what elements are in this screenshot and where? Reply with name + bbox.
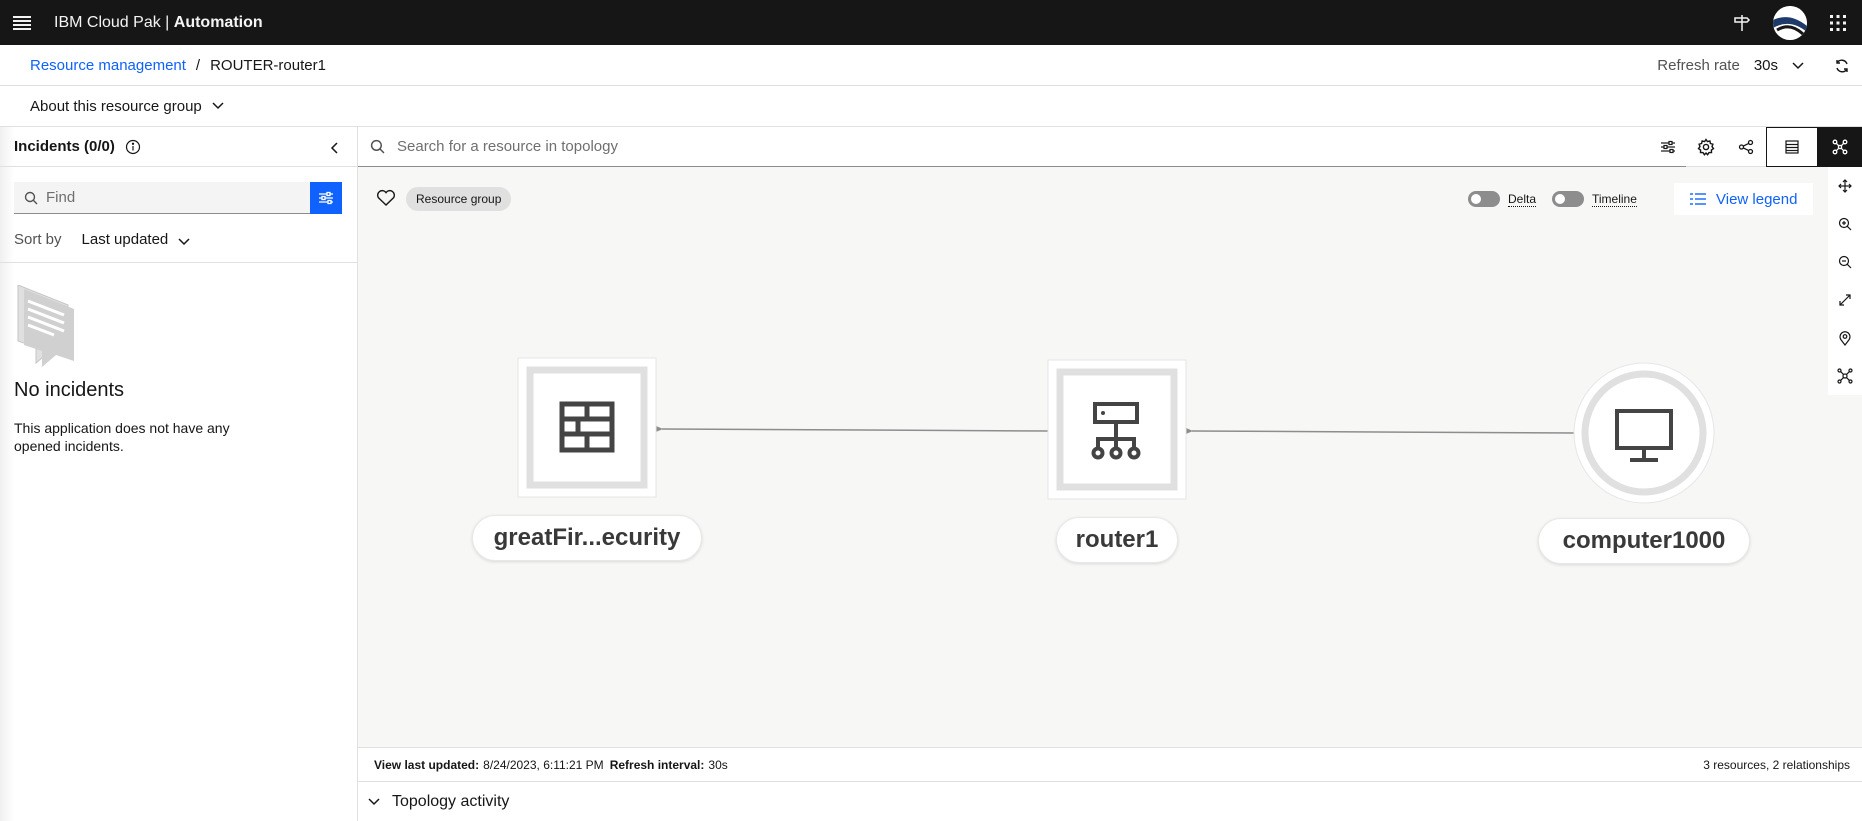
edge-router-to-firewall[interactable] xyxy=(648,422,1049,435)
search-icon xyxy=(24,191,38,204)
breadcrumb-resource-management[interactable]: Resource management xyxy=(30,57,186,74)
breadcrumb-current: ROUTER-router1 xyxy=(210,56,326,74)
edge-computer-to-router[interactable] xyxy=(1178,424,1575,437)
canvas-tools xyxy=(1828,167,1862,395)
refresh-rate-value: 30s xyxy=(1753,57,1778,74)
node-firewall[interactable] xyxy=(517,357,657,498)
app-switcher-icon[interactable] xyxy=(1814,0,1862,45)
menu-icon[interactable] xyxy=(0,0,44,45)
about-resource-group-toggle[interactable]: About this resource group xyxy=(30,98,224,115)
topology-icon xyxy=(1832,139,1848,155)
zoom-in-button[interactable] xyxy=(1828,205,1862,243)
topology-view: Resource group Delta Timeline View legen… xyxy=(358,127,1862,821)
location-pin-icon xyxy=(1839,330,1851,346)
no-incidents-text: This application does not have any opene… xyxy=(14,420,230,454)
filter-button[interactable] xyxy=(310,182,342,214)
node-router[interactable] xyxy=(1047,359,1187,500)
locate-button[interactable] xyxy=(1828,319,1862,357)
find-field xyxy=(14,182,310,214)
brand-name[interactable]: IBM Cloud Pak | Automation xyxy=(54,14,263,32)
zoom-in-icon xyxy=(1838,217,1852,231)
pan-button[interactable] xyxy=(1828,167,1862,205)
node-label-computer[interactable]: computer1000 xyxy=(1538,518,1750,564)
network-icon xyxy=(1837,368,1853,384)
chevron-down-icon xyxy=(368,797,380,805)
no-incidents-title: No incidents xyxy=(14,379,125,401)
chevron-left-icon xyxy=(330,142,338,154)
user-avatar[interactable] xyxy=(1766,0,1814,45)
no-incidents-illustration xyxy=(14,285,80,375)
refresh-rate-control: Refresh rate 30s xyxy=(1657,45,1862,86)
chevron-down-icon xyxy=(1792,61,1804,69)
zoom-out-icon xyxy=(1838,255,1852,269)
topology-activity-toggle[interactable]: Topology activity xyxy=(358,781,1862,821)
layout-button[interactable] xyxy=(1828,357,1862,395)
topology-activity-label: Topology activity xyxy=(392,792,510,810)
find-row xyxy=(14,182,342,214)
breadcrumb-separator: / xyxy=(195,56,201,74)
last-updated-label: View last updated: xyxy=(374,757,480,772)
sort-select[interactable]: Last updated xyxy=(82,231,191,248)
refresh-button[interactable] xyxy=(1822,45,1862,86)
find-input[interactable] xyxy=(46,189,296,206)
divider xyxy=(0,262,357,263)
node-label-router[interactable]: router1 xyxy=(1056,517,1178,563)
incidents-header: Incidents (0/0) xyxy=(0,127,357,167)
incidents-panel: Incidents (0/0) Sort by Last updated No … xyxy=(0,127,358,821)
filter-sliders-icon xyxy=(319,191,333,205)
zoom-out-button[interactable] xyxy=(1828,243,1862,281)
status-bar: View last updated: 8/24/2023, 6:11:21 PM… xyxy=(358,747,1862,781)
incidents-title: Incidents (0/0) xyxy=(14,138,115,155)
topology-graph xyxy=(517,357,1715,504)
resource-summary: 3 resources, 2 relationships xyxy=(1703,758,1850,772)
brand-prefix: IBM Cloud Pak | xyxy=(54,13,174,31)
node-label-firewall[interactable]: greatFir...ecurity xyxy=(472,515,702,561)
about-bar: About this resource group xyxy=(0,86,1862,127)
about-label: About this resource group xyxy=(30,97,202,115)
node-computer[interactable] xyxy=(1573,362,1715,504)
refresh-rate-select[interactable]: 30s xyxy=(1754,57,1804,74)
refresh-interval-label: Refresh interval: xyxy=(609,757,705,772)
chevron-down-icon xyxy=(178,237,190,245)
top-header: IBM Cloud Pak | Automation xyxy=(0,0,1862,45)
fit-to-screen-button[interactable] xyxy=(1828,281,1862,319)
refresh-interval-value: 30s xyxy=(708,757,728,772)
refresh-rate-label: Refresh rate xyxy=(1657,57,1740,74)
signpost-icon[interactable] xyxy=(1718,0,1766,45)
maximize-icon xyxy=(1839,294,1851,306)
sort-label: Sort by xyxy=(14,231,62,248)
chevron-down-icon xyxy=(212,102,224,110)
collapse-panel-button[interactable] xyxy=(323,137,345,159)
sort-value: Last updated xyxy=(81,231,169,248)
last-updated-value: 8/24/2023, 6:11:21 PM xyxy=(483,757,604,772)
sort-row: Sort by Last updated xyxy=(14,231,190,248)
move-icon xyxy=(1838,179,1852,193)
brand-product: Automation xyxy=(173,13,263,31)
breadcrumb: Resource management / ROUTER-router1 Ref… xyxy=(0,45,1862,86)
info-icon[interactable] xyxy=(125,139,141,155)
avatar xyxy=(1773,5,1807,40)
refresh-icon xyxy=(1836,59,1848,72)
